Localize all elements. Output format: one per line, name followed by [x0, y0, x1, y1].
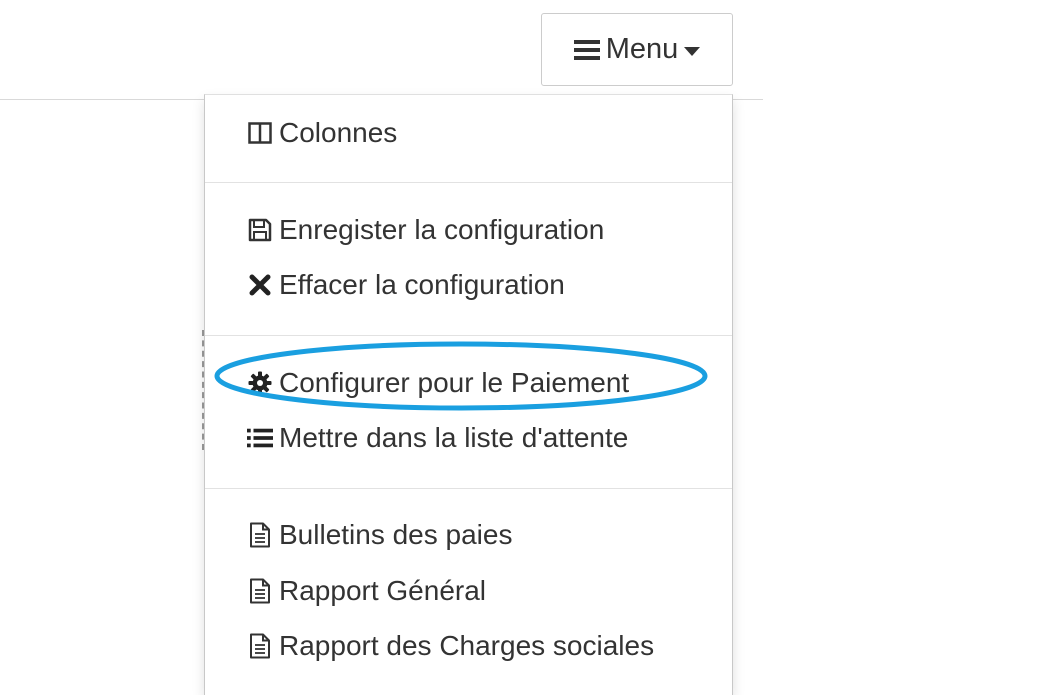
background-rule — [0, 99, 204, 100]
menu-item-label: Effacer la configuration — [279, 269, 565, 300]
highlight-ellipse-annotation — [214, 341, 708, 411]
document-icon — [247, 633, 273, 659]
list-icon — [247, 427, 273, 449]
menu-item-rapport-general[interactable]: Rapport Général — [247, 569, 486, 613]
menu-item-label: Rapport Général — [279, 575, 487, 606]
caret-down-icon — [684, 44, 701, 56]
menu-button-label: Menu — [605, 33, 679, 65]
document-icon — [247, 578, 273, 604]
background-rule — [733, 99, 763, 100]
menu-item-colonnes[interactable]: Colonnes — [247, 111, 397, 155]
menu-button[interactable]: Menu — [541, 13, 733, 86]
menu-item-rapport-charges-sociales[interactable]: Rapport des Charges sociales — [247, 624, 654, 668]
menu-item-label: Bulletins des paies — [279, 519, 513, 550]
bars-icon — [573, 39, 600, 61]
document-icon — [247, 522, 273, 548]
menu-item-label: Enregister la configuration — [279, 214, 605, 245]
columns-icon — [247, 122, 273, 144]
menu-item-bulletins-paies[interactable]: Bulletins des paies — [247, 513, 512, 557]
menu-divider — [205, 488, 732, 489]
close-icon — [247, 274, 273, 296]
menu-item-liste-attente[interactable]: Mettre dans la liste d'attente — [247, 416, 628, 460]
menu-item-label: Mettre dans la liste d'attente — [279, 422, 629, 453]
menu-item-label: Colonnes — [279, 117, 398, 148]
floppy-disk-icon — [247, 218, 273, 242]
menu-item-label: Rapport des Charges sociales — [279, 630, 655, 661]
menu-divider — [205, 335, 732, 336]
menu-item-enregistrer-configuration[interactable]: Enregister la configuration — [247, 208, 604, 252]
menu-item-effacer-configuration[interactable]: Effacer la configuration — [247, 263, 565, 307]
menu-divider — [205, 182, 732, 183]
